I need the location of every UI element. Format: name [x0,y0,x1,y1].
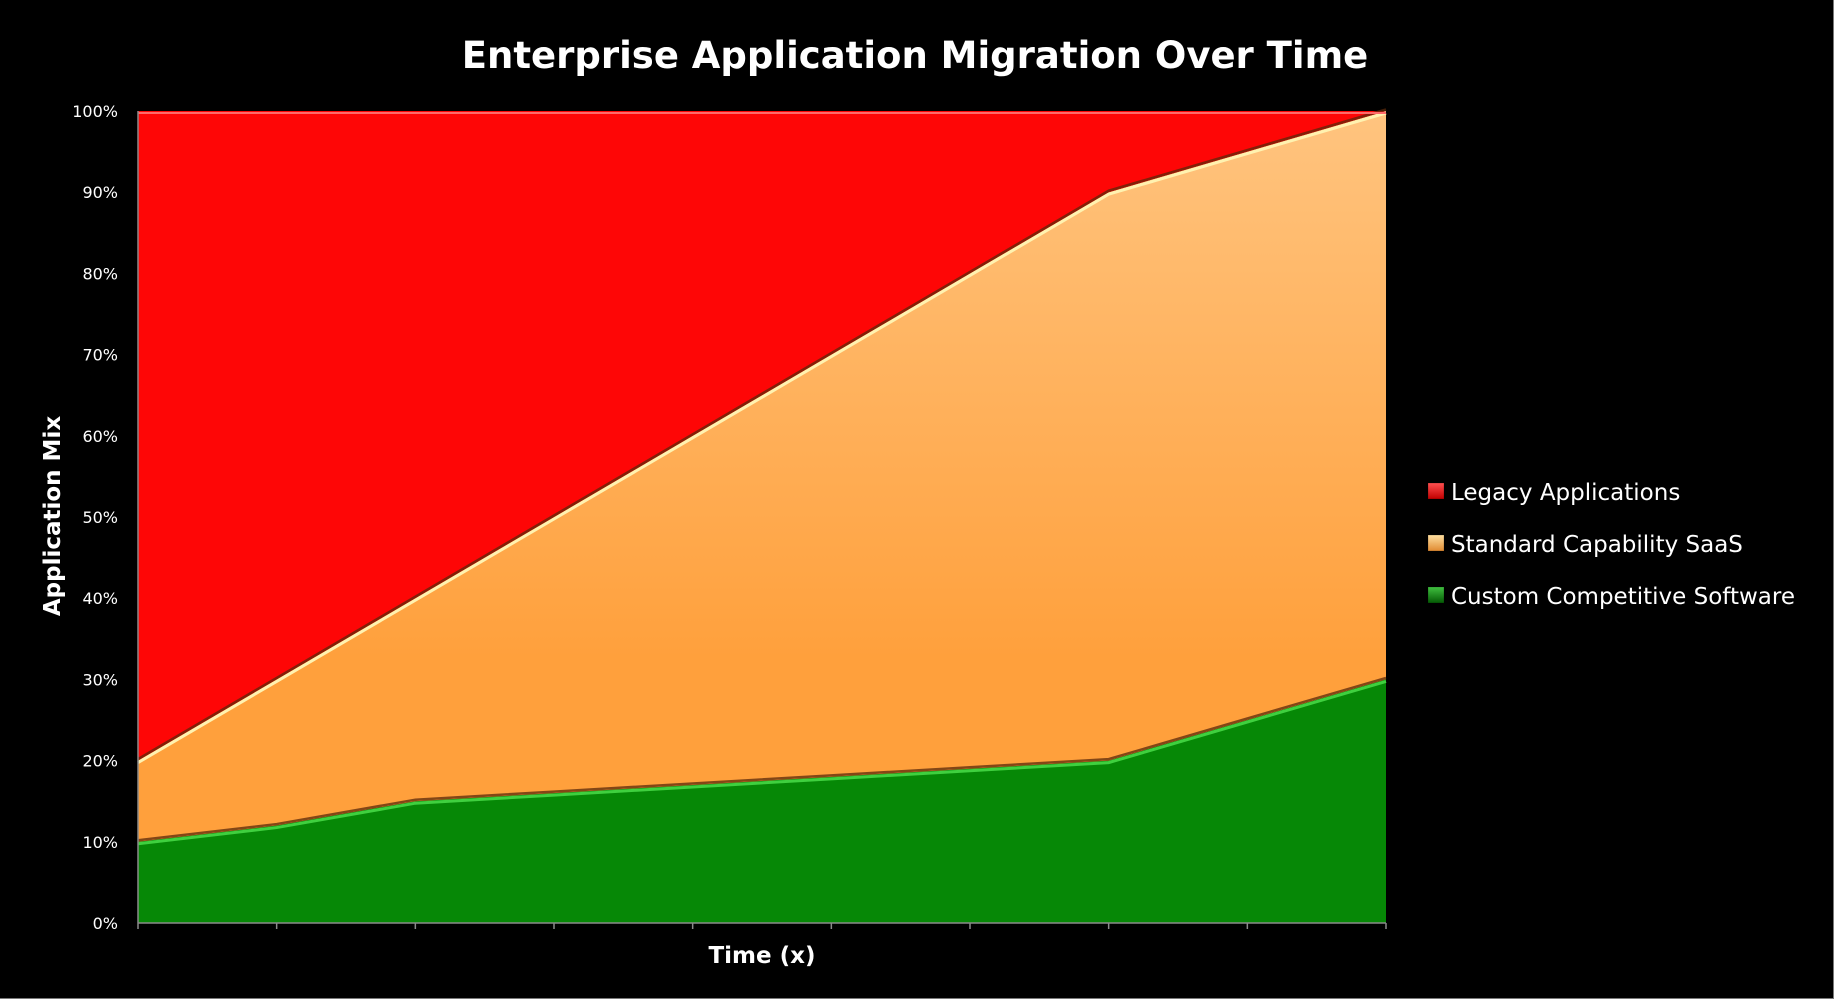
y-tick-label: 50% [82,508,118,527]
legend-label: Custom Competitive Software [1451,584,1795,610]
chart-frame: Enterprise Application Migration Over Ti… [0,0,1834,999]
legend-swatch [1427,586,1445,604]
y-tick-label: 30% [82,670,118,689]
legend-item-standard-capability-saas: Standard Capability SaaS [1427,532,1743,558]
legend-swatch [1427,534,1445,552]
legend-swatch [1427,482,1445,500]
legend-item-custom-competitive-software: Custom Competitive Software [1427,584,1795,610]
plot-areas [137,108,1387,923]
chart: Enterprise Application Migration Over Ti… [40,34,1795,969]
legend-item-legacy-applications: Legacy Applications [1427,480,1680,506]
chart-title: Enterprise Application Migration Over Ti… [462,34,1369,77]
y-tick-label: 100% [72,102,118,121]
legend: Legacy Applications Standard Capability S… [1427,480,1795,610]
y-tick-label: 10% [82,833,118,852]
y-axis-title: Application Mix [40,416,66,616]
x-axis-title: Time (x) [708,943,815,969]
y-tick-label: 80% [82,264,118,283]
y-tick-labels: 0% 10% 20% 30% 40% 50% 60% 70% 80% 90% 100% [72,102,118,933]
y-tick-label: 60% [82,427,118,446]
y-tick-label: 70% [82,346,118,365]
legend-label: Standard Capability SaaS [1451,532,1743,558]
y-tick-label: 0% [93,914,118,933]
y-tick-label: 40% [82,589,118,608]
legend-label: Legacy Applications [1451,480,1680,506]
y-tick-label: 90% [82,183,118,202]
y-tick-label: 20% [82,752,118,771]
